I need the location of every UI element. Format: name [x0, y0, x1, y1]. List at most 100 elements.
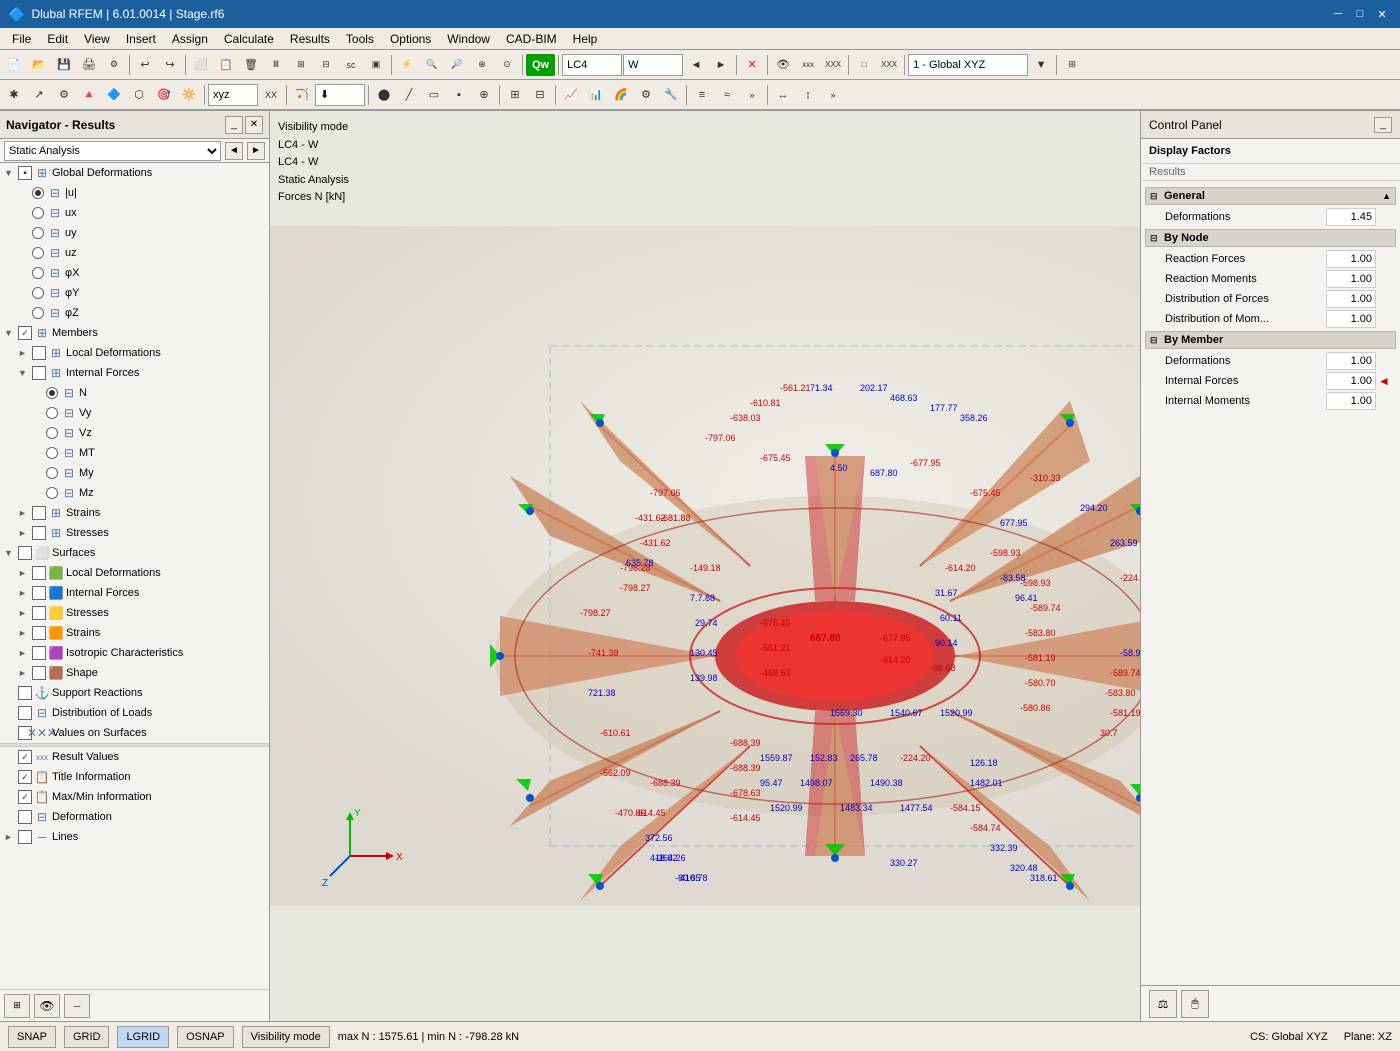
cp-bm-deformations-value[interactable]: 1.00 [1326, 352, 1376, 370]
tb-b3[interactable]: ⊟ [314, 53, 338, 77]
tree-support-react[interactable]: ⚓ Support Reactions [0, 683, 269, 703]
tree-mz[interactable]: ⊟ Mz [0, 483, 269, 503]
tree-result-values[interactable]: xxx Result Values [0, 747, 269, 767]
cp-minimize-button[interactable]: _ [1374, 117, 1392, 133]
tb-b10[interactable]: ⊙ [495, 53, 519, 77]
tb-print[interactable]: 🖨 [77, 53, 101, 77]
nav-close[interactable]: ✕ [245, 116, 263, 134]
menu-insert[interactable]: Insert [118, 30, 164, 48]
radio-mt[interactable] [46, 447, 58, 459]
tree-vz[interactable]: ⊟ Vz [0, 423, 269, 443]
tree-uy[interactable]: ⊟ uy [0, 223, 269, 243]
title-controls[interactable]: ─ □ ✕ [1328, 6, 1392, 22]
cb-surf-shape[interactable] [32, 666, 46, 680]
radio-mz[interactable] [46, 487, 58, 499]
snap-button[interactable]: SNAP [8, 1026, 56, 1048]
tb2-more3[interactable]: ⊟ [528, 83, 552, 107]
tree-my[interactable]: ⊟ My [0, 463, 269, 483]
radio-vz[interactable] [46, 427, 58, 439]
lgrid-button[interactable]: LGRID [117, 1026, 169, 1048]
tb-b4[interactable]: sc [339, 53, 363, 77]
tb-last-btn[interactable]: ⊞ [1060, 53, 1084, 77]
tb-b1[interactable]: Ⅲ [264, 53, 288, 77]
tb2-b2[interactable]: ↗ [27, 83, 51, 107]
cp-cursor-button[interactable]: 🖱 [1181, 990, 1209, 1018]
radio-my[interactable] [46, 467, 58, 479]
tb-b8[interactable]: 🔎 [445, 53, 469, 77]
tb-lc4-dropdown[interactable]: LC4 [562, 54, 622, 76]
menu-cad-bim[interactable]: CAD-BIM [498, 30, 565, 48]
tb-xxx1[interactable]: xxx [796, 53, 820, 77]
tb2-surface[interactable]: ▭ [422, 83, 446, 107]
tb-left-arr[interactable]: ◄ [684, 53, 708, 77]
radio-ux[interactable] [32, 207, 44, 219]
tree-lines[interactable]: ► ─ Lines [0, 827, 269, 847]
tb-paste[interactable]: 📋 [214, 53, 238, 77]
radio-vy[interactable] [46, 407, 58, 419]
tree-surf-shape[interactable]: ► 🟫 Shape [0, 663, 269, 683]
cb-surf-stresses[interactable] [32, 606, 46, 620]
cp-dist-forces-value[interactable]: 1.00 [1326, 290, 1376, 308]
cb-result-values[interactable] [18, 750, 32, 764]
tree-surf-int-forces[interactable]: ► 🟦 Internal Forces [0, 583, 269, 603]
radio-abs-u[interactable] [32, 187, 44, 199]
tb-w-dropdown[interactable]: W [623, 54, 683, 76]
tb2-xx-btn[interactable]: XX [259, 83, 283, 107]
tree-uz[interactable]: ⊟ uz [0, 243, 269, 263]
tb-delete[interactable]: 🗑 [239, 53, 263, 77]
nav-controls[interactable]: _ ✕ [225, 116, 263, 134]
nav-btn-model[interactable]: ⊞ [4, 994, 30, 1018]
tb2-b7[interactable]: 🎯 [152, 83, 176, 107]
cb-members[interactable] [18, 326, 32, 340]
cp-bymember-header[interactable]: ⊟ By Member [1145, 331, 1396, 349]
tree-internal-forces[interactable]: ▼ ⊞ Internal Forces [0, 363, 269, 383]
tb2-dir-dropdown[interactable]: ⬇ [315, 84, 365, 106]
tb-dropdown-arrow[interactable]: ▼ [1029, 53, 1053, 77]
tree-vy[interactable]: ⊟ Vy [0, 403, 269, 423]
cp-dist-mom-value[interactable]: 1.00 [1326, 310, 1376, 328]
grid-button[interactable]: GRID [64, 1026, 110, 1048]
tb2-more1[interactable]: ⊕ [472, 83, 496, 107]
tree-mt[interactable]: ⊟ MT [0, 443, 269, 463]
tb-xxx2[interactable]: XXX [821, 53, 845, 77]
tb-redo[interactable]: ↪ [158, 53, 182, 77]
tb2-chart2[interactable]: 📊 [584, 83, 608, 107]
radio-n[interactable] [46, 387, 58, 399]
tb-b9[interactable]: ⊕ [470, 53, 494, 77]
tree-phix[interactable]: ⊟ φX [0, 263, 269, 283]
tb2-b3[interactable]: ⚙ [52, 83, 76, 107]
tb-save[interactable]: 💾 [52, 53, 76, 77]
cp-general-header[interactable]: ⊟ General ▲ [1145, 187, 1396, 205]
tree-surfaces[interactable]: ▼ ⬜ Surfaces [0, 543, 269, 563]
menu-window[interactable]: Window [439, 30, 498, 48]
tree-title-info[interactable]: 📋 Title Information [0, 767, 269, 787]
radio-uz[interactable] [32, 247, 44, 259]
tb2-b5[interactable]: 🔷 [102, 83, 126, 107]
menu-options[interactable]: Options [382, 30, 439, 48]
close-button[interactable]: ✕ [1372, 6, 1392, 22]
tb2-b1[interactable]: ✱ [2, 83, 26, 107]
tb-v2[interactable]: XXX [877, 53, 901, 77]
cb-surf-local-def[interactable] [32, 566, 46, 580]
cb-surf-int-forces[interactable] [32, 586, 46, 600]
tree-phiy[interactable]: ⊟ φY [0, 283, 269, 303]
menu-help[interactable]: Help [565, 30, 606, 48]
cb-title-info[interactable] [18, 770, 32, 784]
cb-strains[interactable] [32, 506, 46, 520]
maximize-button[interactable]: □ [1350, 6, 1370, 22]
tree-deformation[interactable]: ⊟ Deformation [0, 807, 269, 827]
menu-results[interactable]: Results [282, 30, 338, 48]
tree-ux[interactable]: ⊟ ux [0, 203, 269, 223]
tree-surf-local-def[interactable]: ► 🟩 Local Deformations [0, 563, 269, 583]
tb-b5[interactable]: ▣ [364, 53, 388, 77]
cb-lines[interactable] [18, 830, 32, 844]
cp-reaction-moments-value[interactable]: 1.00 [1326, 270, 1376, 288]
tb-undo[interactable]: ↩ [133, 53, 157, 77]
osnap-button[interactable]: OSNAP [177, 1026, 234, 1048]
radio-phix[interactable] [32, 267, 44, 279]
tb2-scale2[interactable]: ↕ [796, 83, 820, 107]
nav-minimize[interactable]: _ [225, 116, 243, 134]
cb-maxmin-info[interactable] [18, 790, 32, 804]
tb-open[interactable]: 📂 [27, 53, 51, 77]
tree-dist-loads[interactable]: ⊟ Distribution of Loads [0, 703, 269, 723]
